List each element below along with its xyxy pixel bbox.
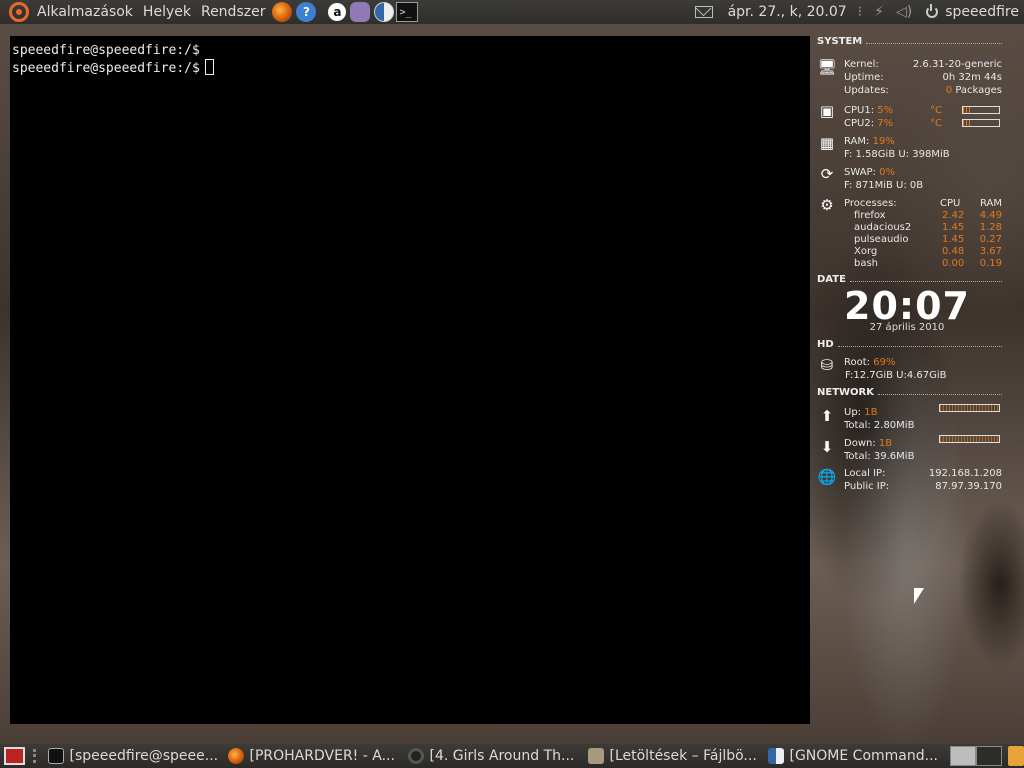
applications-menu[interactable]: Alkalmazások	[0, 0, 138, 24]
volume-icon[interactable]: ◁)	[896, 4, 912, 20]
taskbar-item[interactable]: [GNOME Command...	[764, 745, 944, 767]
window-list: [speeedfire@speee... [PROHARDVER! - A... […	[44, 745, 944, 767]
workspace-switcher	[949, 746, 1002, 766]
taskbar-item[interactable]: [speeedfire@speee...	[44, 745, 224, 767]
swap-row: ⟳ SWAP: 0%	[812, 166, 1002, 181]
applications-menu-label: Alkalmazások	[37, 4, 133, 20]
firefox-launcher-icon[interactable]	[272, 2, 293, 22]
terminal-icon	[47, 748, 64, 764]
system-menu[interactable]: Rendszer	[196, 0, 270, 24]
audacious-launcher-icon[interactable]: a	[328, 3, 347, 21]
upload-graph	[939, 404, 1000, 412]
cpu1-row: ▣ CPU1: 5% °C	[812, 103, 1002, 118]
handle-icon: ⁝	[857, 4, 863, 20]
download-graph	[939, 435, 1000, 443]
network-indicator-icon[interactable]: ⚡	[874, 4, 884, 20]
trash-icon[interactable]	[1007, 746, 1024, 766]
terminal-cursor	[204, 59, 214, 75]
workspace-2[interactable]	[975, 746, 1002, 766]
handle-icon	[32, 749, 36, 763]
power-icon[interactable]	[926, 4, 939, 18]
hd-section-header: HD	[817, 339, 1002, 351]
ram-row: ▦ RAM: 19%	[819, 133, 895, 152]
process-row: pulseaudio 1.45 0.27	[854, 234, 1002, 245]
ram-detail: F: 1.58GiB U: 398MiB	[844, 149, 950, 160]
workspace-1[interactable]	[949, 746, 976, 766]
gnome-commander-launcher-icon[interactable]	[374, 2, 395, 22]
cpu2-bar	[962, 119, 1000, 127]
uptime-row: Uptime: 0h 32m 44s	[844, 72, 1002, 83]
taskbar-item-label: [Letöltések – Fájlbö...	[609, 748, 757, 764]
process-row: bash 0.00 0.19	[854, 258, 1002, 269]
conky-monitor: SYSTEM 🖥 Kernel: 2.6.31-20-generic Uptim…	[812, 36, 1002, 493]
gnome-commander-icon	[767, 748, 784, 764]
clock[interactable]: ápr. 27., k, 20.07	[723, 0, 852, 24]
terminal-line: speeedfire@speeedfire:/$	[12, 43, 200, 58]
help-launcher-icon[interactable]: ?	[296, 2, 317, 22]
local-ip-row: 🌐 Local IP: 192.168.1.208	[817, 467, 1002, 486]
public-ip-row: Public IP: 87.97.39.170	[844, 481, 1002, 492]
process-row: audacious2 1.45 1.28	[854, 222, 1002, 233]
big-clock: 20:07	[844, 284, 970, 328]
mouse-pointer-icon	[914, 588, 924, 604]
ubuntu-logo-icon	[9, 2, 29, 22]
terminal-launcher-icon[interactable]: >_	[396, 2, 419, 22]
user-menu[interactable]: speeedfire	[943, 0, 1024, 24]
folder-icon	[587, 748, 604, 764]
audacious-icon	[407, 748, 424, 764]
taskbar-item-label: [GNOME Command...	[789, 748, 938, 764]
taskbar-item-label: [PROHARDVER! - A...	[249, 748, 395, 764]
process-list: firefox 2.42 4.49 audacious2 1.45 1.28 pulseau…	[812, 210, 1002, 270]
upload-total: Total: 2.80MiB	[844, 420, 915, 431]
process-row: firefox 2.42 4.49	[854, 210, 1002, 221]
root-row: ⛁ Root: 69%	[812, 356, 1002, 372]
download-total: Total: 39.6MiB	[844, 451, 915, 462]
taskbar-item[interactable]: [PROHARDVER! - A...	[224, 745, 404, 767]
download-row: ⬇ Down: 1B	[812, 435, 1002, 454]
bottom-panel: [speeedfire@speee... [PROHARDVER! - A... […	[0, 744, 1024, 768]
show-desktop-button[interactable]	[4, 747, 25, 765]
taskbar-item-label: [speeedfire@speee...	[69, 748, 219, 764]
updates-row: Updates: 0 Packages	[844, 85, 1002, 96]
upload-row: ⬆ Up: 1B	[812, 404, 1002, 423]
taskbar-item-label: [4. Girls Around Th...	[429, 748, 575, 764]
process-row: Xorg 0.48 3.67	[854, 246, 1002, 257]
firefox-icon	[227, 748, 244, 764]
mail-indicator-icon[interactable]	[694, 6, 713, 18]
pidgin-launcher-icon[interactable]	[350, 2, 371, 22]
swap-detail: F: 871MiB U: 0B	[844, 180, 924, 191]
kernel-row: 🖥 Kernel: 2.6.31-20-generic	[817, 57, 1002, 76]
terminal-line-active: speeedfire@speeedfire:/$	[12, 59, 808, 77]
taskbar-item[interactable]: [4. Girls Around Th...	[404, 745, 584, 767]
places-menu[interactable]: Helyek	[138, 0, 196, 24]
cpu1-bar	[962, 106, 1000, 114]
root-detail: F:12.7GiB U:4.67GiB	[845, 370, 947, 381]
processes-header: ⚙ Processes: CPU RAM	[812, 197, 1002, 212]
top-panel: Alkalmazások Helyek Rendszer ? a >_ ápr.…	[0, 0, 1024, 24]
taskbar-item[interactable]: [Letöltések – Fájlbö...	[584, 745, 764, 767]
cpu2-row: CPU2: 7% °C	[812, 117, 1002, 130]
network-section-header: NETWORK	[817, 387, 1002, 399]
conky-date: 27 április 2010	[869, 322, 945, 333]
system-section-header: SYSTEM	[817, 36, 1002, 48]
terminal-window[interactable]: speeedfire@speeedfire:/$ speeedfire@spee…	[10, 36, 810, 724]
